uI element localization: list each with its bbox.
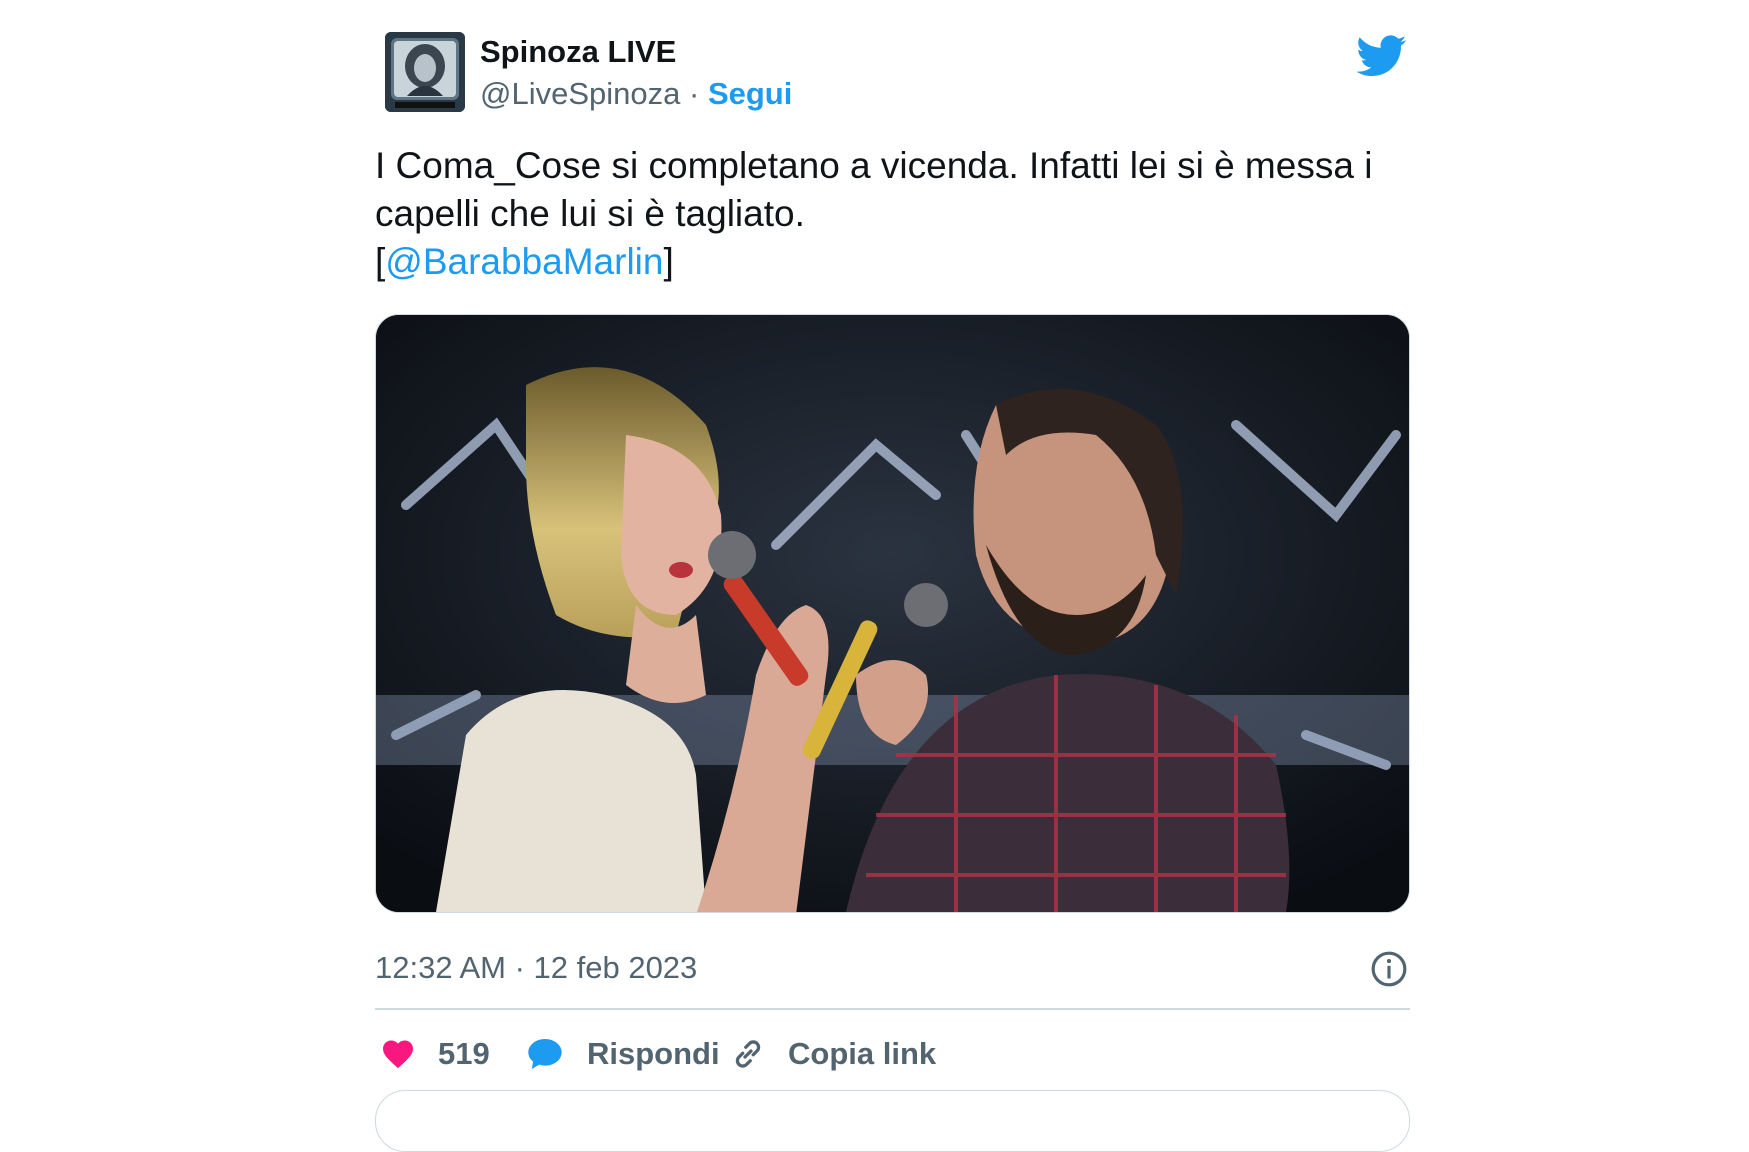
read-replies-button[interactable] xyxy=(375,1090,1410,1152)
handle-row: @LiveSpinoza · Segui xyxy=(480,76,792,112)
user-handle[interactable]: @LiveSpinoza xyxy=(480,76,680,111)
mention-link[interactable]: @BarabbaMarlin xyxy=(385,241,663,282)
reply-label: Rispondi xyxy=(587,1036,720,1071)
copy-link-button[interactable]: Copia link xyxy=(730,1030,936,1078)
action-bar: 519 Rispondi Copia link xyxy=(375,1030,1410,1078)
speech-bubble-icon xyxy=(528,1039,562,1069)
info-icon[interactable] xyxy=(1370,950,1408,988)
divider xyxy=(375,1008,1410,1010)
like-count: 519 xyxy=(438,1036,490,1071)
timestamp-row: 12:32 AM · 12 feb 2023 xyxy=(375,950,1410,994)
separator-dot: · xyxy=(689,76,708,111)
avatar[interactable] xyxy=(385,32,465,112)
reply-button[interactable]: Rispondi xyxy=(525,1030,720,1078)
link-icon xyxy=(735,1040,761,1068)
tweet-timestamp[interactable]: 12:32 AM · 12 feb 2023 xyxy=(375,950,697,986)
bracket-close: ] xyxy=(663,241,674,282)
tweet-body: I Coma_Cose si completano a vicenda. Inf… xyxy=(375,145,1373,234)
tweet-photo[interactable] xyxy=(375,314,1410,913)
like-button[interactable]: 519 xyxy=(380,1030,490,1078)
heart-icon xyxy=(383,1040,413,1069)
follow-button[interactable]: Segui xyxy=(708,76,792,111)
tweet-text: I Coma_Cose si completano a vicenda. Inf… xyxy=(375,142,1410,286)
bracket-open: [ xyxy=(375,241,386,282)
tweet-card: Spinoza LIVE @LiveSpinoza · Segui I Coma… xyxy=(375,20,1410,1152)
twitter-bird-icon[interactable] xyxy=(1357,30,1407,80)
tweet-header: Spinoza LIVE @LiveSpinoza · Segui xyxy=(375,20,1410,120)
display-name[interactable]: Spinoza LIVE xyxy=(480,34,676,70)
copy-link-label: Copia link xyxy=(788,1036,937,1071)
